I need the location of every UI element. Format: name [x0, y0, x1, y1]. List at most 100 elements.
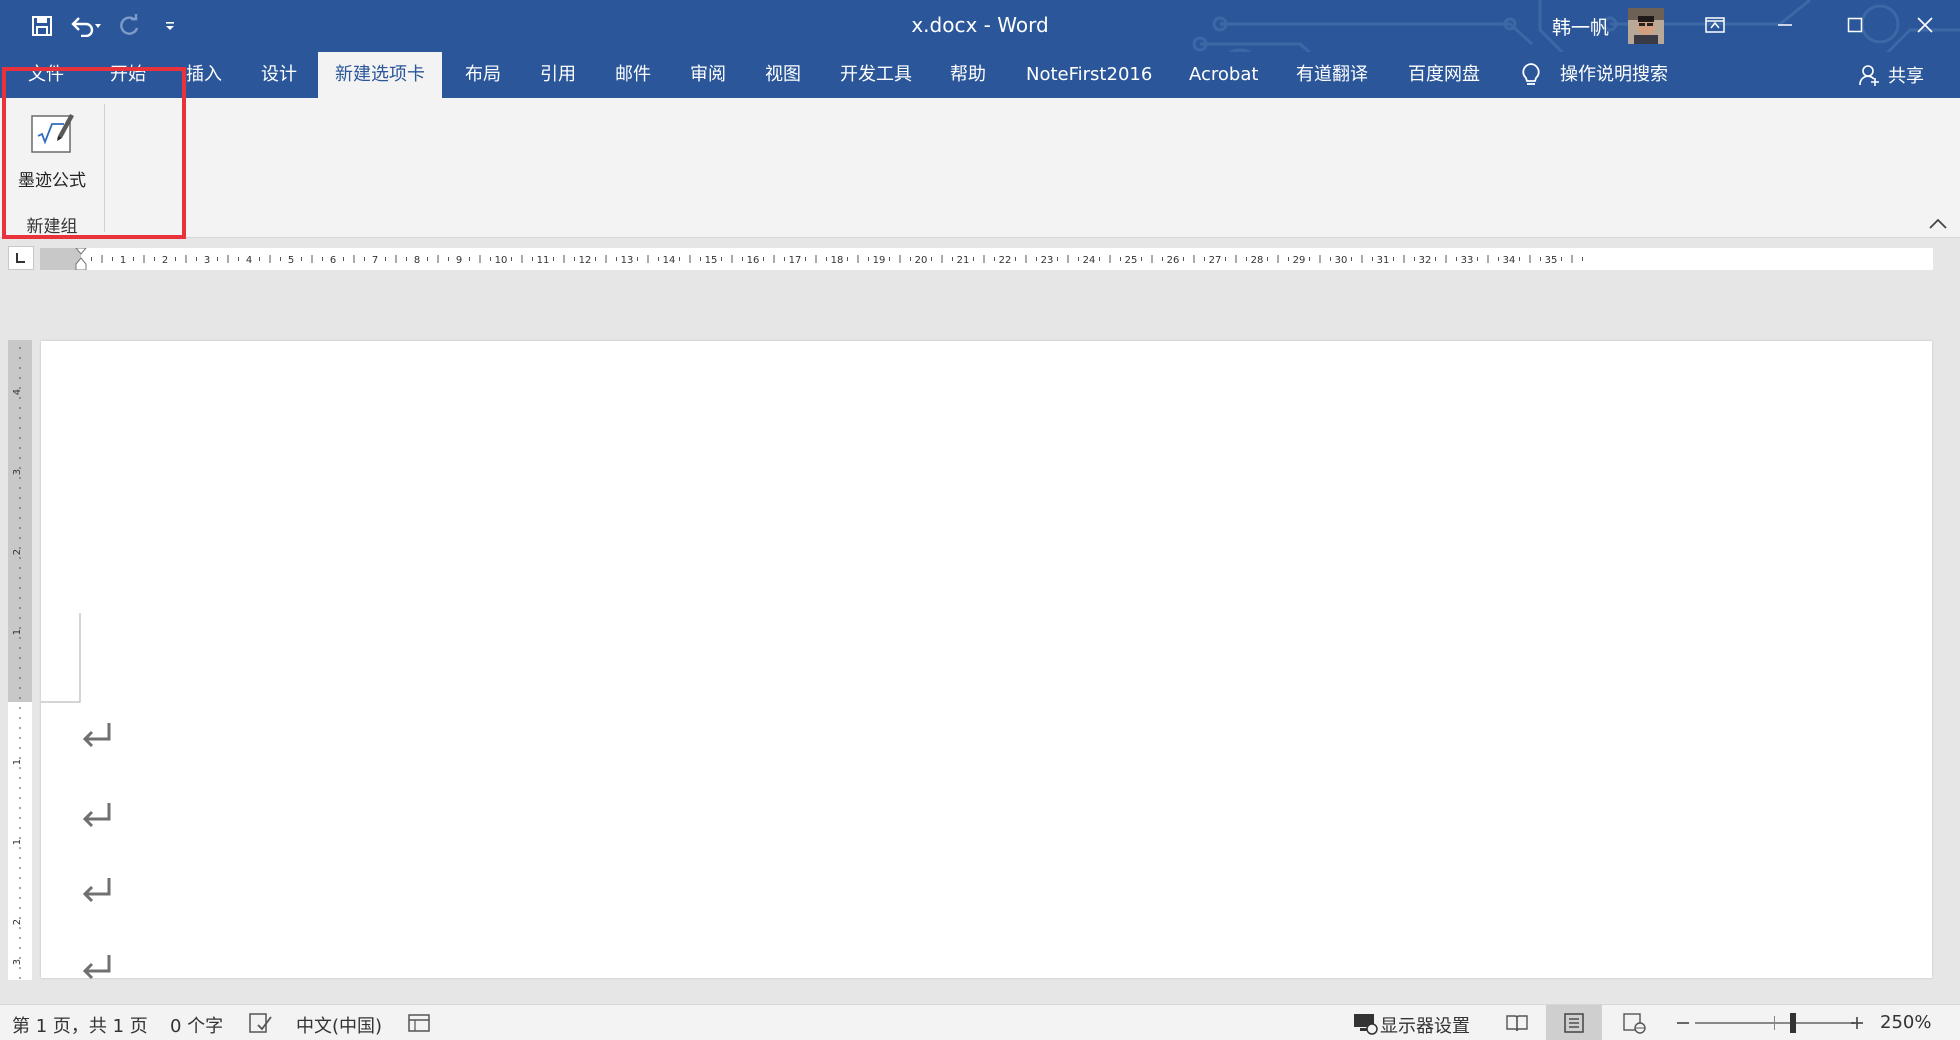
vertical-ruler[interactable]: 4 3 2 1 1 1 2 3: [8, 340, 32, 980]
tab-stop-selector[interactable]: [8, 246, 34, 270]
ruler-label: 21: [957, 255, 970, 266]
ruler-label: 3: [12, 469, 23, 475]
avatar-photo-icon: [1628, 8, 1664, 44]
user-name[interactable]: 韩一帆: [1552, 13, 1609, 40]
ruler-label: 2: [162, 255, 168, 266]
save-button[interactable]: [22, 9, 62, 43]
lightbulb-icon: [1522, 63, 1540, 85]
read-mode-icon[interactable]: [1504, 1011, 1530, 1035]
document-page[interactable]: [41, 341, 1932, 980]
print-layout-button[interactable]: [1546, 1005, 1602, 1040]
ribbon-tab-bar: 文件 开始 插入 设计 新建选项卡 布局 引用 邮件 审阅 视图 开发工具 帮助…: [0, 52, 1960, 98]
paragraph-mark-icon: [82, 955, 111, 980]
undo-button[interactable]: [62, 9, 110, 43]
ruler-label: 3: [12, 959, 23, 965]
ruler-label: 6: [330, 255, 336, 266]
ruler-label: 9: [456, 255, 462, 266]
tab-insert[interactable]: 插入: [186, 52, 222, 98]
minimize-icon: [1778, 24, 1792, 26]
tab-baidu-netdisk[interactable]: 百度网盘: [1408, 52, 1480, 98]
ruler-label: 4: [12, 389, 23, 395]
ruler-label: 34: [1503, 255, 1516, 266]
ribbon-display-options-button[interactable]: [1680, 0, 1750, 50]
ruler-label: 17: [789, 255, 802, 266]
display-settings-icon: [1354, 1014, 1378, 1035]
ruler-label: 2: [12, 549, 23, 555]
ruler-label: 30: [1335, 255, 1348, 266]
ruler-label: 10: [495, 255, 508, 266]
tell-me-search[interactable]: 操作说明搜索: [1520, 52, 1668, 98]
highlight-box: [2, 67, 186, 239]
ruler-label: 2: [12, 919, 23, 925]
word-count[interactable]: 0 个字: [170, 1012, 223, 1038]
zoom-slider-track[interactable]: [1695, 1022, 1855, 1024]
ruler-label: 18: [831, 255, 844, 266]
ruler-label: 31: [1377, 255, 1390, 266]
paragraph-mark-icon: [82, 878, 111, 903]
tab-youdao-translate[interactable]: 有道翻译: [1296, 52, 1368, 98]
left-tab-icon: [16, 253, 25, 263]
ruler-margin: [40, 248, 81, 270]
close-icon: [1917, 17, 1933, 33]
vertical-ruler-scale: 4 3 2 1 1 1 2 3: [8, 340, 32, 979]
tab-mailings[interactable]: 邮件: [615, 52, 651, 98]
zoom-slider-thumb[interactable]: [1790, 1013, 1796, 1033]
redo-button[interactable]: [110, 9, 150, 43]
tab-design[interactable]: 设计: [261, 52, 297, 98]
ruler-label: 16: [747, 255, 760, 266]
tab-references[interactable]: 引用: [540, 52, 576, 98]
share-button[interactable]: 共享: [1858, 52, 1924, 98]
ruler-label: 11: [537, 255, 550, 266]
ruler-label: 1: [12, 759, 23, 765]
ruler-label: 7: [372, 255, 378, 266]
minimize-button[interactable]: [1750, 0, 1820, 50]
page-count[interactable]: 第 1 页，共 1 页: [12, 1012, 148, 1038]
paragraph-mark-icon: [82, 723, 111, 748]
horizontal-ruler[interactable]: 1 2 3 4 5 6 7 8 9 10 11 12 13 14 15 16 17 18 19 20 21 22 23 24 2…: [40, 247, 1933, 271]
proofing-icon[interactable]: [248, 1011, 274, 1035]
status-bar: 第 1 页，共 1 页 0 个字 中文(中国) 显示器设置 250%: [0, 1004, 1960, 1040]
ruler-label: 14: [663, 255, 676, 266]
tab-review[interactable]: 审阅: [690, 52, 726, 98]
ruler-label: 13: [621, 255, 634, 266]
ruler-label: 8: [414, 255, 420, 266]
ruler-label: 4: [246, 255, 252, 266]
tab-new-tab[interactable]: 新建选项卡: [318, 52, 442, 98]
margin-crop-mark: [41, 613, 81, 703]
tab-layout[interactable]: 布局: [465, 52, 501, 98]
zoom-slider-center-mark: [1774, 1016, 1775, 1030]
ruler-label: 25: [1125, 255, 1138, 266]
ribbon-display-options-icon: [1705, 17, 1725, 33]
tab-acrobat[interactable]: Acrobat: [1189, 52, 1258, 98]
close-button[interactable]: [1890, 0, 1960, 50]
tell-me-label: 操作说明搜索: [1560, 64, 1668, 85]
zoom-out-icon[interactable]: [1670, 1011, 1696, 1035]
tab-view[interactable]: 视图: [765, 52, 801, 98]
ruler-label: 15: [705, 255, 718, 266]
ruler-label: 5: [288, 255, 294, 266]
tab-developer[interactable]: 开发工具: [840, 52, 912, 98]
avatar[interactable]: [1628, 8, 1664, 44]
language-indicator[interactable]: 中文(中国): [296, 1012, 382, 1038]
customize-quick-access-button[interactable]: [150, 9, 190, 43]
ruler-label: 29: [1293, 255, 1306, 266]
title-bar: x.docx - Word 韩一帆: [0, 0, 1960, 92]
ruler-label: 28: [1251, 255, 1264, 266]
ruler-scale: 1 2 3 4 5 6 7 8 9 10 11 12 13 14 15 16 17 18 19 20 21 22 23 24 2…: [40, 247, 1583, 271]
share-label: 共享: [1888, 66, 1924, 87]
zoom-in-icon[interactable]: [1844, 1011, 1870, 1035]
ruler-label: 26: [1167, 255, 1180, 266]
person-icon: [1859, 65, 1879, 86]
maximize-button[interactable]: [1820, 0, 1890, 50]
zoom-level[interactable]: 250%: [1880, 1012, 1931, 1033]
tab-notefirst[interactable]: NoteFirst2016: [1026, 52, 1152, 98]
collapse-ribbon-icon[interactable]: [1924, 214, 1952, 234]
display-settings-button[interactable]: 显示器设置: [1380, 1012, 1470, 1038]
ruler-label: 22: [999, 255, 1012, 266]
customize-icon: [166, 22, 174, 30]
ruler-label: 1: [12, 839, 23, 845]
web-layout-icon[interactable]: [1622, 1011, 1648, 1035]
macro-recording-icon[interactable]: [406, 1011, 432, 1035]
tab-help[interactable]: 帮助: [950, 52, 986, 98]
undo-icon: [71, 17, 101, 37]
